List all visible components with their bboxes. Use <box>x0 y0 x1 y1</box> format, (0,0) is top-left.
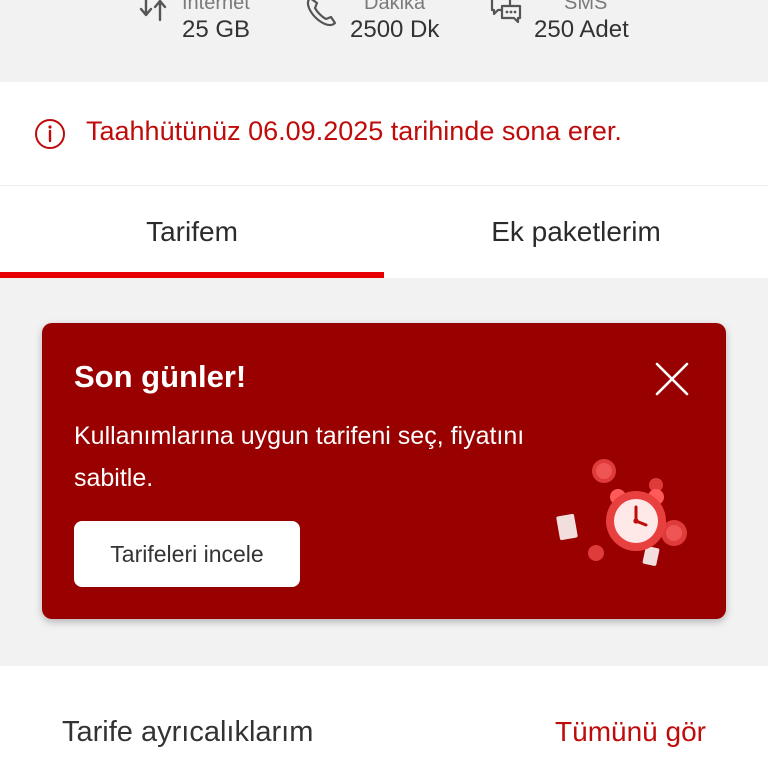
phone-icon <box>304 0 340 30</box>
close-icon[interactable] <box>654 361 690 397</box>
notice-text: Taahhütünüz 06.09.2025 tarihinde sona er… <box>86 116 622 146</box>
see-all-link[interactable]: Tümünü gör <box>555 716 706 748</box>
tariff-privileges-section: Tarife ayrıcalıklarım Tümünü gör <box>0 666 768 768</box>
promo-body: Kullanımlarına uygun tarifeni seç, fiyat… <box>74 422 525 492</box>
active-tab-indicator <box>0 272 384 278</box>
data-transfer-icon <box>136 0 172 30</box>
alarm-clock-illustration <box>552 449 702 579</box>
allowance-value: 2500 Dk <box>350 16 440 43</box>
allowance-value: 250 Adet <box>534 16 629 43</box>
tab-ek-paketlerim[interactable]: Ek paketlerim <box>384 186 768 278</box>
allowance-label: SMS <box>564 0 608 14</box>
chat-bubbles-icon <box>488 0 524 30</box>
tab-tarifem[interactable]: Tarifem <box>0 186 384 278</box>
commitment-notice: Taahhütünüz 06.09.2025 tarihinde sona er… <box>0 82 768 186</box>
info-icon <box>34 118 66 150</box>
tab-bar: Tarifem Ek paketlerim <box>0 186 768 278</box>
allowance-summary: İnternet 25 GB Dakika 2500 Dk SMS 250 Ad… <box>0 0 768 82</box>
allowance-label: Dakika <box>364 0 426 14</box>
section-title: Tarife ayrıcalıklarım <box>62 716 314 748</box>
promo-banner: Son günler! Kullanımlarına uygun tarifen… <box>42 323 726 619</box>
allowance-label: İnternet <box>182 0 250 14</box>
allowance-value: 25 GB <box>182 16 251 43</box>
view-tariffs-button[interactable]: Tarifeleri incele <box>74 521 300 587</box>
promo-title: Son günler! <box>74 359 247 394</box>
